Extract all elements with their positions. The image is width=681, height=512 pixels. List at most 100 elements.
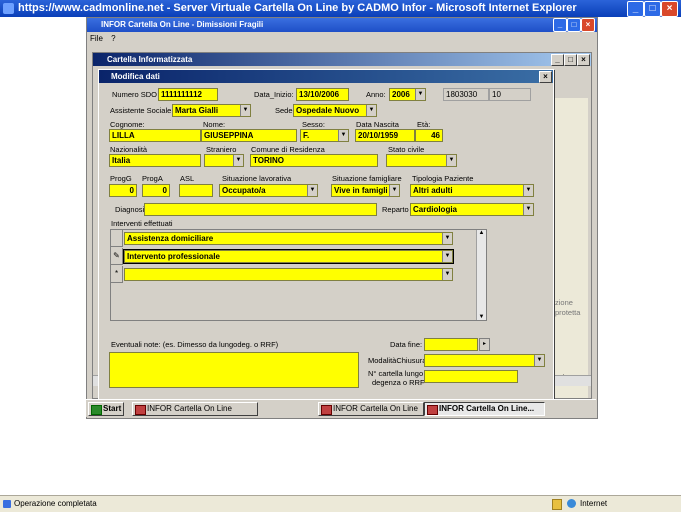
maximize-icon[interactable]: □	[644, 1, 661, 17]
progg-field[interactable]: 0	[109, 184, 137, 197]
start-button[interactable]: Start	[88, 402, 124, 416]
interventi-subform: Assistenza domiciliare ▼ ✎ Intervento pro…	[110, 229, 487, 321]
comune-field[interactable]: TORINO	[250, 154, 378, 167]
comune-label: Comune di Residenza	[251, 145, 325, 154]
sede-label: Sede	[275, 106, 293, 115]
app-taskbar: Start INFOR Cartella On Line INFOR Carte…	[86, 399, 596, 417]
inner-maximize-icon[interactable]: □	[564, 54, 577, 66]
chevron-down-icon[interactable]: ▼	[307, 185, 317, 196]
taskbar-item-active[interactable]: INFOR Cartella On Line...	[424, 402, 545, 416]
chevron-down-icon[interactable]: ▼	[534, 355, 544, 366]
outer-maximize-icon[interactable]: □	[567, 18, 581, 32]
stato-civile-select[interactable]: ▼	[386, 154, 457, 167]
pencil-icon: ✎	[113, 251, 120, 260]
modalita-label: ModalitàChiusura	[368, 356, 427, 365]
sesso-select[interactable]: F. ▼	[300, 129, 349, 142]
row-selector[interactable]: ✎	[111, 248, 123, 265]
diagnosi-field[interactable]	[144, 203, 377, 216]
chevron-down-icon[interactable]: ▼	[442, 251, 452, 262]
chevron-down-icon[interactable]: ▼	[446, 155, 456, 166]
situazione-fam-select[interactable]: Vive in famigli ▼	[331, 184, 400, 197]
straniero-select[interactable]: ▼	[204, 154, 244, 167]
proga-label: ProgA	[142, 174, 163, 183]
code1-field: 1803030	[443, 88, 489, 101]
inner-minimize-icon[interactable]: _	[551, 54, 564, 66]
windows-flag-icon	[91, 405, 102, 415]
reparto-select[interactable]: Cardiologia ▼	[410, 203, 534, 216]
intervento-select[interactable]: ▼	[124, 268, 453, 281]
lock-icon	[552, 499, 562, 510]
side-text-1: zione	[555, 298, 573, 307]
dialog-title: Modifica dati	[111, 72, 160, 81]
intervento-select[interactable]: Assistenza domiciliare ▼	[124, 232, 453, 245]
data-nascita-field[interactable]: 20/10/1959	[355, 129, 415, 142]
anno-select[interactable]: 2006 ▼	[389, 88, 426, 101]
taskbar-item[interactable]: INFOR Cartella On Line	[318, 402, 424, 416]
inner-window-title: Cartella Informatizzata	[107, 55, 193, 64]
subform-vertical-scrollbar[interactable]: ▲ ▼	[476, 230, 486, 320]
numero-sdo-field[interactable]: 1111111112	[158, 88, 218, 101]
nazionalita-field[interactable]: Italia	[109, 154, 201, 167]
row-selector[interactable]: *	[111, 266, 123, 283]
taskbar-item[interactable]: INFOR Cartella On Line	[132, 402, 258, 416]
status-text: Operazione completata	[14, 499, 97, 508]
chevron-down-icon[interactable]: ▼	[240, 105, 250, 116]
reparto-label: Reparto	[382, 205, 409, 214]
note-field[interactable]	[109, 352, 359, 388]
cognome-field[interactable]: LILLA	[109, 129, 201, 142]
tipologia-label: Tipologia Paziente	[412, 174, 474, 183]
sede-select[interactable]: Ospedale Nuovo ▼	[293, 104, 377, 117]
menu-help[interactable]: ?	[111, 34, 115, 43]
chevron-down-icon[interactable]: ▼	[366, 105, 376, 116]
assistente-select[interactable]: Marta Gialli ▼	[172, 104, 251, 117]
data-inizio-field[interactable]: 13/10/2006	[296, 88, 349, 101]
cartella-field[interactable]	[424, 370, 518, 383]
app-icon	[321, 405, 332, 415]
chevron-down-icon[interactable]: ▼	[442, 269, 452, 280]
zone-text: Internet	[580, 499, 608, 508]
chevron-down-icon[interactable]: ▼	[415, 89, 425, 100]
nome-field[interactable]: GIUSEPPINA	[201, 129, 297, 142]
situazione-fam-label: Situazione famigliare	[332, 174, 402, 183]
inner-close-icon[interactable]: ×	[577, 54, 590, 66]
app-icon	[135, 405, 146, 415]
proga-field[interactable]: 0	[142, 184, 170, 197]
outer-close-icon[interactable]: ×	[581, 18, 595, 32]
chevron-down-icon[interactable]: ▼	[523, 185, 533, 196]
intervento-select[interactable]: Intervento professionale ▼	[123, 249, 454, 264]
dialog-titlebar: Modifica dati ×	[99, 70, 553, 83]
progg-label: ProgG	[110, 174, 132, 183]
scroll-up-icon[interactable]: ▲	[477, 230, 486, 236]
asl-field[interactable]	[179, 184, 213, 197]
modalita-select[interactable]: ▼	[424, 354, 545, 367]
chevron-down-icon[interactable]: ▼	[442, 233, 452, 244]
tipologia-select[interactable]: Altri adulti ▼	[410, 184, 534, 197]
outer-minimize-icon[interactable]: _	[553, 18, 567, 32]
close-icon[interactable]: ×	[661, 1, 678, 17]
menu-bar: File ?	[87, 32, 597, 46]
chevron-down-icon[interactable]: ▼	[523, 204, 533, 215]
situazione-lav-label: Situazione lavorativa	[222, 174, 292, 183]
calendar-icon[interactable]: ▸	[479, 338, 490, 351]
chevron-down-icon[interactable]: ▼	[338, 130, 348, 141]
data-fine-field[interactable]	[424, 338, 478, 351]
anno-label: Anno:	[366, 90, 386, 99]
chevron-down-icon[interactable]: ▼	[233, 155, 243, 166]
nome-label: Nome:	[203, 120, 226, 129]
taskbar-item-label: INFOR Cartella On Line	[147, 404, 232, 413]
data-inizio-label: Data_Inizio:	[254, 90, 294, 99]
code2-field: 10	[489, 88, 531, 101]
scroll-down-icon[interactable]: ▼	[477, 314, 486, 320]
sesso-value: F.	[303, 131, 310, 140]
ie-icon	[3, 3, 14, 14]
eta-field[interactable]: 46	[415, 129, 443, 142]
minimize-icon[interactable]: _	[627, 1, 644, 17]
dialog-close-icon[interactable]: ×	[539, 71, 552, 83]
cartella-label-line1: N° cartella lungo	[368, 369, 424, 378]
menu-file[interactable]: File	[90, 34, 103, 43]
chevron-down-icon[interactable]: ▼	[389, 185, 399, 196]
row-selector[interactable]	[111, 230, 123, 247]
reparto-value: Cardiologia	[413, 205, 458, 214]
browser-title: https://www.cadmonline.net - Server Virt…	[18, 2, 577, 14]
situazione-lav-select[interactable]: Occupato/a ▼	[219, 184, 318, 197]
